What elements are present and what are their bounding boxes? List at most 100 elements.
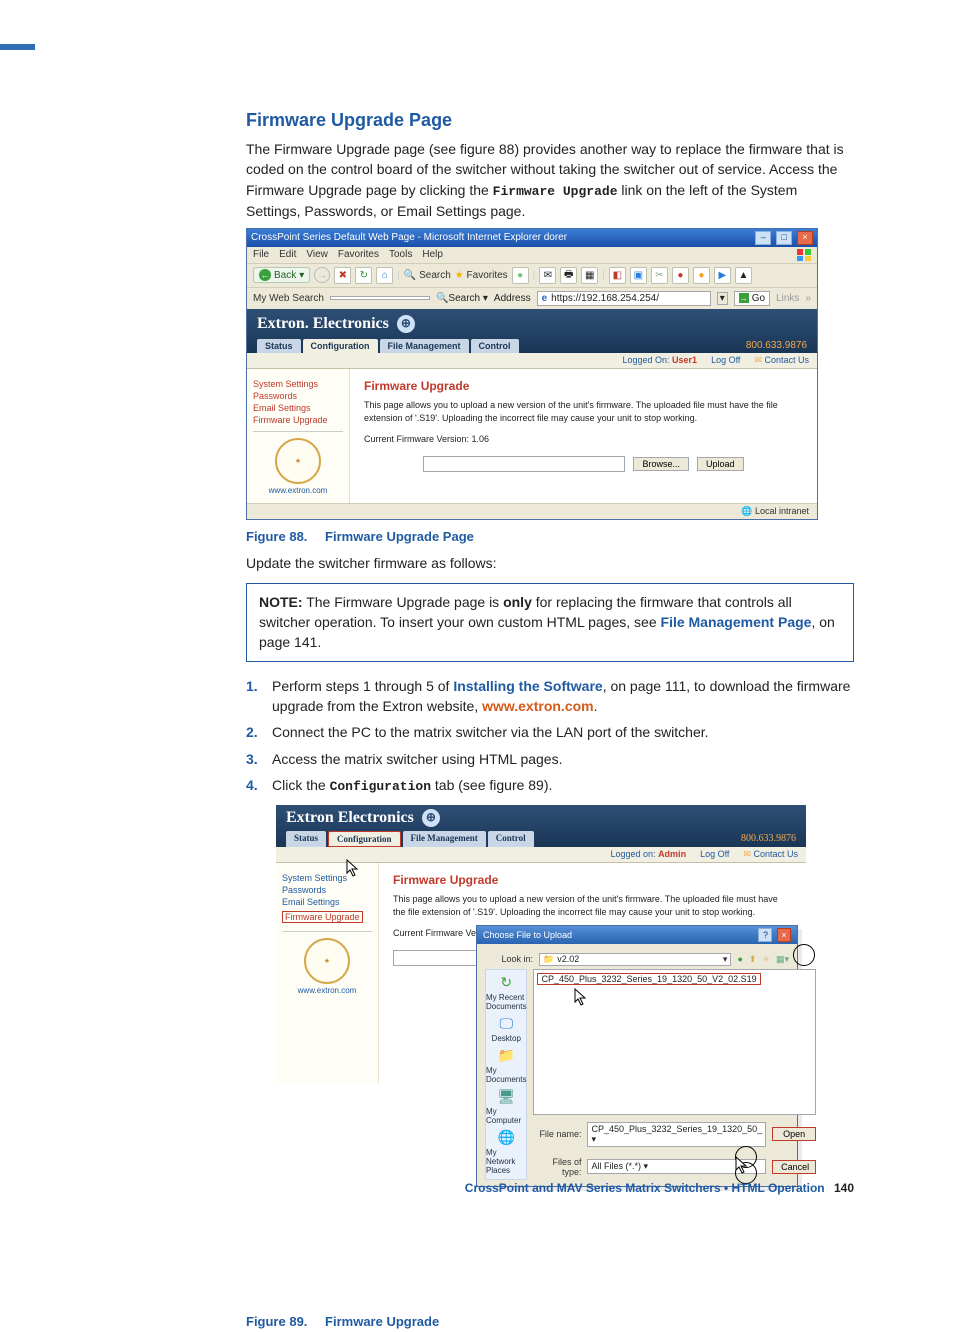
links-chevron-icon[interactable]: » bbox=[805, 293, 811, 304]
menu-view[interactable]: View bbox=[306, 249, 328, 260]
filetype-select[interactable]: All Files (*.*) ▾ bbox=[587, 1159, 766, 1174]
logoff-link[interactable]: Log Off bbox=[711, 355, 740, 366]
sidebar-system-settings-89[interactable]: System Settings bbox=[282, 873, 372, 883]
step-2: 2.Connect the PC to the matrix switcher … bbox=[246, 722, 854, 742]
sidebar-email-settings[interactable]: Email Settings bbox=[253, 403, 343, 413]
place-desktop[interactable]: 🖵Desktop bbox=[492, 1015, 521, 1043]
menu-file[interactable]: File bbox=[253, 249, 269, 260]
page-footer: CrossPoint and MAV Series Matrix Switche… bbox=[465, 1181, 854, 1195]
back-nav-icon[interactable]: ● bbox=[737, 954, 742, 964]
sidebar-url-89[interactable]: www.extron.com bbox=[282, 986, 372, 995]
tab-control-89[interactable]: Control bbox=[488, 831, 534, 847]
pane-heading-89: Firmware Upgrade bbox=[393, 873, 792, 887]
search-button[interactable]: 🔍Search ▾ bbox=[436, 293, 488, 304]
tab-file-management[interactable]: File Management bbox=[380, 339, 469, 353]
tool-icon-2[interactable]: ▣ bbox=[630, 267, 647, 284]
maximize-icon[interactable]: □ bbox=[776, 231, 792, 245]
cancel-button[interactable]: Cancel bbox=[772, 1160, 816, 1174]
close-icon[interactable]: × bbox=[797, 231, 813, 245]
brand-text: Extron. Electronics bbox=[257, 315, 389, 333]
address-input[interactable]: e https://192.168.254.254/ bbox=[537, 291, 711, 306]
tool-icon-5[interactable]: ● bbox=[693, 267, 710, 284]
place-mydocs[interactable]: 📁My Documents bbox=[486, 1047, 526, 1084]
step-1: 1. Perform steps 1 through 5 of Installi… bbox=[246, 676, 854, 717]
go-button[interactable]: → Go bbox=[734, 291, 770, 306]
menu-favorites[interactable]: Favorites bbox=[338, 249, 379, 260]
forward-button[interactable]: → bbox=[314, 267, 330, 283]
place-recent[interactable]: ↻My Recent Documents bbox=[486, 974, 526, 1011]
address-dropdown-icon[interactable]: ▾ bbox=[717, 292, 728, 305]
dialog-close-icon[interactable]: × bbox=[777, 928, 791, 942]
sidebar-firmware-upgrade[interactable]: Firmware Upgrade bbox=[253, 415, 343, 425]
ie-addressbar: My Web Search 🔍Search ▾ Address e https:… bbox=[247, 287, 817, 309]
logged-on-label: Logged On: User1 bbox=[622, 355, 697, 366]
tab-configuration[interactable]: Configuration bbox=[303, 339, 378, 353]
back-button[interactable]: ← Back ▾ bbox=[253, 267, 310, 283]
tab-configuration-89[interactable]: Configuration bbox=[328, 831, 401, 847]
sidebar-system-settings[interactable]: System Settings bbox=[253, 379, 343, 389]
tab-file-management-89[interactable]: File Management bbox=[403, 831, 486, 847]
tool-icon-6[interactable]: ▶ bbox=[714, 267, 731, 284]
place-network[interactable]: 🌐My Network Places bbox=[486, 1129, 526, 1175]
menu-help[interactable]: Help bbox=[422, 249, 443, 260]
lookin-select[interactable]: 📁 v2.02 ▾ bbox=[539, 953, 731, 966]
refresh-icon[interactable]: ↻ bbox=[355, 267, 372, 284]
home-icon[interactable]: ⌂ bbox=[376, 267, 393, 284]
dropdown-icon: ▾ bbox=[299, 270, 304, 281]
dropdown-icon-dlg: ▾ bbox=[723, 954, 728, 965]
tab-status[interactable]: Status bbox=[257, 339, 301, 353]
sidebar-passwords[interactable]: Passwords bbox=[253, 391, 343, 401]
mail-icon[interactable]: ✉ bbox=[539, 267, 556, 284]
installing-software-link[interactable]: Installing the Software bbox=[453, 678, 602, 694]
sidebar-email-settings-89[interactable]: Email Settings bbox=[282, 897, 372, 907]
page-number: 140 bbox=[834, 1181, 854, 1195]
browse-button[interactable]: Browse... bbox=[633, 457, 689, 471]
place-mycomputer[interactable]: 🖥My Computer bbox=[486, 1088, 526, 1125]
tool-icon-4[interactable]: ● bbox=[672, 267, 689, 284]
tab-control[interactable]: Control bbox=[471, 339, 519, 353]
links-label[interactable]: Links bbox=[776, 293, 799, 304]
logoff-link-89[interactable]: Log Off bbox=[700, 849, 729, 860]
choose-file-dialog: Choose File to Upload ? × Look in: 📁 v2.… bbox=[476, 925, 798, 1187]
back-arrow-icon: ← bbox=[259, 269, 271, 281]
step-3: 3.Access the matrix switcher using HTML … bbox=[246, 749, 854, 769]
menu-tools[interactable]: Tools bbox=[389, 249, 412, 260]
upload-button[interactable]: Upload bbox=[697, 457, 744, 471]
extron-website-link[interactable]: www.extron.com bbox=[482, 698, 594, 714]
new-folder-icon[interactable]: ✧ bbox=[762, 954, 770, 965]
go-arrow-icon: → bbox=[739, 293, 749, 303]
edit-icon[interactable]: ▦ bbox=[581, 267, 598, 284]
print-icon[interactable]: 🖶 bbox=[560, 267, 577, 284]
file-list[interactable]: CP_450_Plus_3232_Series_19_1320_50_V2_02… bbox=[533, 969, 816, 1115]
views-icon[interactable]: ▦▾ bbox=[776, 954, 789, 965]
file-management-page-link[interactable]: File Management Page bbox=[661, 614, 812, 630]
contact-us-link-89[interactable]: Contact Us bbox=[743, 849, 798, 860]
up-level-icon[interactable]: ⬆ bbox=[749, 954, 757, 965]
main-pane: Firmware Upgrade This page allows you to… bbox=[350, 369, 817, 503]
file-path-input[interactable] bbox=[423, 456, 625, 472]
contact-us-link[interactable]: Contact Us bbox=[754, 355, 809, 366]
note-box: NOTE: The Firmware Upgrade page is only … bbox=[246, 583, 854, 662]
tool-icon-1[interactable]: ◧ bbox=[609, 267, 626, 284]
dialog-help-icon[interactable]: ? bbox=[758, 928, 772, 942]
favorites-label[interactable]: ★ Favorites bbox=[455, 270, 508, 281]
figure-89-window: Extron Electronics ⊕ Status Configuratio… bbox=[276, 805, 806, 1083]
open-button[interactable]: Open bbox=[772, 1127, 816, 1141]
tool-icon-7[interactable]: ▲ bbox=[735, 267, 752, 284]
stop-icon[interactable]: ✖ bbox=[334, 267, 351, 284]
configuration-code: Configuration bbox=[330, 779, 431, 794]
tab-status-89[interactable]: Status bbox=[286, 831, 326, 847]
intro-paragraph: The Firmware Upgrade page (see figure 88… bbox=[246, 139, 854, 222]
sidebar-url[interactable]: www.extron.com bbox=[253, 486, 343, 495]
minimize-icon[interactable]: – bbox=[755, 231, 771, 245]
search-label[interactable]: 🔍 Search bbox=[404, 270, 451, 281]
pane-description-89: This page allows you to upload a new ver… bbox=[393, 893, 792, 919]
mywebsearch-input[interactable] bbox=[330, 296, 430, 300]
sidebar-passwords-89[interactable]: Passwords bbox=[282, 885, 372, 895]
sidebar-firmware-upgrade-89[interactable]: Firmware Upgrade bbox=[282, 911, 363, 923]
menu-edit[interactable]: Edit bbox=[279, 249, 296, 260]
file-item[interactable]: CP_450_Plus_3232_Series_19_1320_50_V2_02… bbox=[537, 973, 760, 985]
history-icon[interactable]: ● bbox=[512, 267, 529, 284]
tool-icon-3[interactable]: ✂ bbox=[651, 267, 668, 284]
filename-input[interactable]: CP_450_Plus_3232_Series_19_1320_50_ ▾ bbox=[587, 1122, 766, 1147]
